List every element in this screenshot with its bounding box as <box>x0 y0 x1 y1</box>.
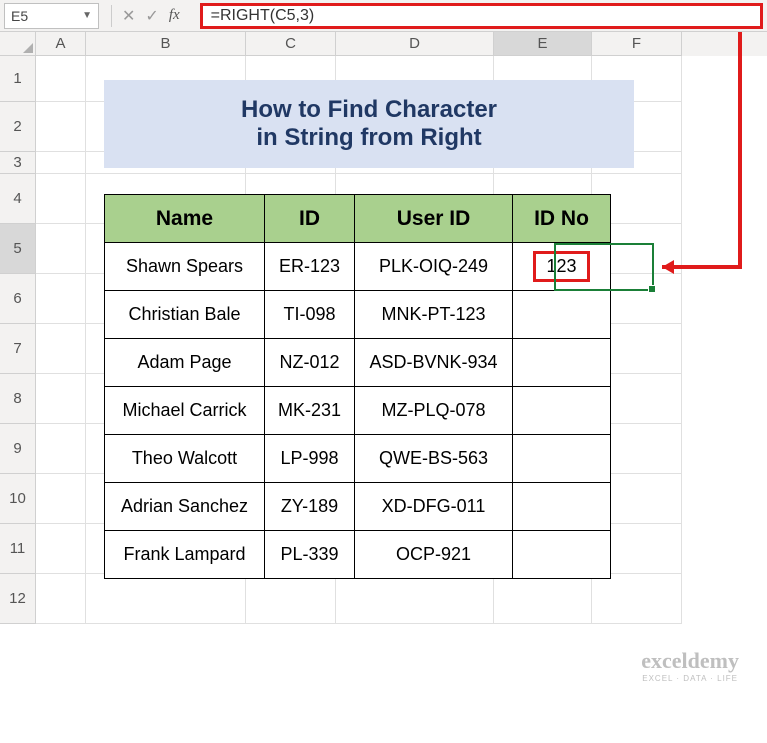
cell[interactable] <box>36 524 86 574</box>
fx-icon[interactable]: fx <box>169 7 180 24</box>
cell[interactable] <box>36 374 86 424</box>
data-table: Name ID User ID ID No Shawn Spears ER-12… <box>104 194 611 579</box>
check-icon[interactable]: ✓ <box>145 6 158 26</box>
table-row: Frank LampardPL-339OCP-921 <box>105 531 611 579</box>
row-header-10[interactable]: 10 <box>0 474 36 524</box>
cell[interactable] <box>36 574 86 624</box>
table-row: Shawn Spears ER-123 PLK-OIQ-249 123 <box>105 243 611 291</box>
table-row: Theo WalcottLP-998QWE-BS-563 <box>105 435 611 483</box>
row-header-5[interactable]: 5 <box>0 224 36 274</box>
formula-bar-icons: ✕ ✓ fx <box>103 5 196 27</box>
cancel-icon[interactable]: ✕ <box>122 6 135 26</box>
cell[interactable] <box>36 174 86 224</box>
table-row: Adam PageNZ-012ASD-BVNK-934 <box>105 339 611 387</box>
header-name[interactable]: Name <box>105 195 265 243</box>
cell[interactable] <box>36 102 86 152</box>
watermark: exceldemy EXCEL · DATA · LIFE <box>641 648 739 683</box>
row-header-2[interactable]: 2 <box>0 102 36 152</box>
row-header-11[interactable]: 11 <box>0 524 36 574</box>
row-header-12[interactable]: 12 <box>0 574 36 624</box>
watermark-brand: exceldemy <box>641 648 739 674</box>
title-line2: in String from Right <box>256 124 481 152</box>
cell[interactable] <box>86 574 246 624</box>
table-row: Adrian SanchezZY-189XD-DFG-011 <box>105 483 611 531</box>
cell-id[interactable]: ER-123 <box>265 243 355 291</box>
col-header-B[interactable]: B <box>86 32 246 56</box>
cell[interactable] <box>36 224 86 274</box>
result-value: 123 <box>533 251 589 282</box>
select-all-corner[interactable] <box>0 32 36 56</box>
spreadsheet-grid: A B C D E F 1 2 3 4 5 6 7 8 9 10 11 12 H… <box>0 32 767 624</box>
name-box-value: E5 <box>11 8 28 24</box>
cell[interactable] <box>246 574 336 624</box>
col-header-A[interactable]: A <box>36 32 86 56</box>
cell-userid[interactable]: PLK-OIQ-249 <box>355 243 513 291</box>
cell[interactable] <box>36 324 86 374</box>
cell-name[interactable]: Shawn Spears <box>105 243 265 291</box>
divider-icon <box>111 5 112 27</box>
name-box[interactable]: E5 ▼ <box>4 3 99 29</box>
row-header-4[interactable]: 4 <box>0 174 36 224</box>
cell[interactable] <box>36 474 86 524</box>
chevron-down-icon[interactable]: ▼ <box>82 10 92 21</box>
cell[interactable] <box>36 424 86 474</box>
col-header-E[interactable]: E <box>494 32 592 56</box>
cell[interactable] <box>592 574 682 624</box>
header-id[interactable]: ID <box>265 195 355 243</box>
row-header-7[interactable]: 7 <box>0 324 36 374</box>
col-header-F[interactable]: F <box>592 32 682 56</box>
table-row: Michael CarrickMK-231MZ-PLQ-078 <box>105 387 611 435</box>
cell[interactable] <box>36 56 86 102</box>
header-userid[interactable]: User ID <box>355 195 513 243</box>
title-block: How to Find Character in String from Rig… <box>104 80 634 168</box>
formula-text: =RIGHT(C5,3) <box>211 7 315 25</box>
table-row: Christian BaleTI-098MNK-PT-123 <box>105 291 611 339</box>
row-header-3[interactable]: 3 <box>0 152 36 174</box>
watermark-sub: EXCEL · DATA · LIFE <box>641 674 739 683</box>
col-header-C[interactable]: C <box>246 32 336 56</box>
row-header-1[interactable]: 1 <box>0 56 36 102</box>
cell[interactable] <box>36 274 86 324</box>
row-header-6[interactable]: 6 <box>0 274 36 324</box>
formula-bar-row: E5 ▼ ✕ ✓ fx =RIGHT(C5,3) <box>0 0 767 32</box>
column-headers: A B C D E F <box>0 32 767 56</box>
formula-bar-input[interactable]: =RIGHT(C5,3) <box>200 3 763 29</box>
row-header-8[interactable]: 8 <box>0 374 36 424</box>
cell[interactable] <box>36 152 86 174</box>
title-line1: How to Find Character <box>241 96 497 124</box>
col-header-D[interactable]: D <box>336 32 494 56</box>
cell-idno[interactable]: 123 <box>513 243 611 291</box>
cell[interactable] <box>494 574 592 624</box>
cell[interactable] <box>336 574 494 624</box>
header-idno[interactable]: ID No <box>513 195 611 243</box>
row-header-9[interactable]: 9 <box>0 424 36 474</box>
